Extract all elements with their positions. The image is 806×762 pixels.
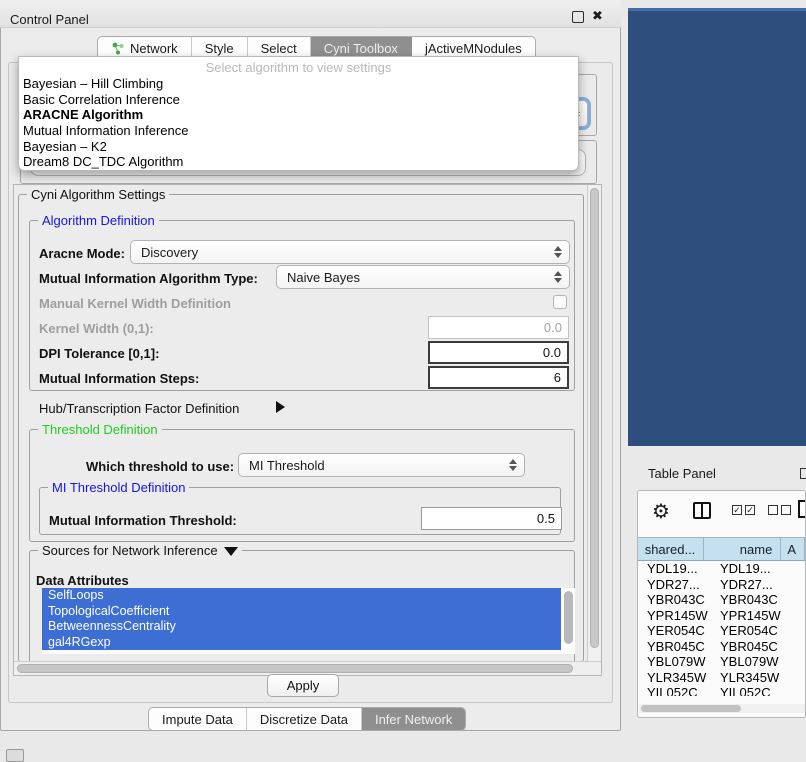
hub-definition-label: Hub/Transcription Factor Definition [39, 401, 239, 416]
split-columns-icon[interactable] [693, 502, 711, 519]
table-row[interactable]: YLR345WYLR345W9. [638, 670, 805, 686]
table-header-row: shared... name A [638, 537, 805, 561]
settings-horizontal-scrollbar[interactable] [14, 661, 602, 675]
column-header[interactable]: shared... [638, 538, 704, 560]
checked-checkbox-icon[interactable]: ✓ [732, 505, 742, 515]
table-row[interactable]: YDL19...YDL19...13 [638, 561, 805, 577]
mi-threshold-label: Mutual Information Threshold: [49, 513, 237, 528]
algorithm-option-selected[interactable]: ARACNE Algorithm [19, 107, 578, 123]
network-window-frame [628, 8, 806, 446]
new-table-icon[interactable] [798, 500, 806, 518]
tab-impute-data[interactable]: Impute Data [149, 708, 247, 730]
algorithm-dropdown-popup: Select algorithm to view settings Bayesi… [18, 56, 579, 171]
stepper-arrows-icon [509, 459, 517, 471]
collapse-arrow-icon[interactable] [224, 547, 238, 556]
mi-steps-field[interactable]: 6 [428, 366, 569, 389]
unchecked-checkbox-icon[interactable] [781, 505, 791, 515]
which-threshold-combobox[interactable]: MI Threshold [238, 453, 525, 477]
mi-threshold-field[interactable]: 0.5 [421, 507, 562, 530]
mi-steps-label: Mutual Information Steps: [39, 371, 199, 386]
stepper-arrows-icon [554, 246, 562, 258]
column-header[interactable]: name [704, 538, 781, 560]
table-row[interactable]: YBR043CYBR043C [638, 592, 805, 608]
settings-vertical-scrollbar[interactable] [587, 185, 601, 662]
algorithm-option[interactable]: Bayesian – Hill Climbing [19, 76, 578, 92]
algorithm-option[interactable]: Dream8 DC_TDC Algorithm [19, 154, 578, 170]
gear-icon[interactable]: ⚙ [652, 499, 670, 524]
list-item[interactable]: gal4RGexp [42, 635, 561, 651]
list-scrollbar[interactable] [564, 591, 573, 644]
node-table: shared... name A YDL19...YDL19...13 YDR2… [638, 537, 805, 696]
aracne-mode-combobox[interactable]: Discovery [130, 240, 570, 264]
table-panel-title: Table Panel [648, 466, 716, 481]
stepper-arrows-icon [554, 271, 562, 283]
table-toolbar: ⚙ ✓ ✓ [638, 491, 805, 535]
table-row[interactable]: YPR145WYPR145W9. [638, 608, 805, 624]
manual-kernel-width-checkbox[interactable] [553, 295, 567, 309]
table-row[interactable]: YBR045CYBR045C9. [638, 639, 805, 655]
column-header[interactable]: A [781, 538, 805, 560]
apply-button[interactable]: Apply [267, 674, 339, 697]
list-item[interactable]: SelfLoops [42, 588, 561, 604]
table-panel: ⚙ ✓ ✓ shared... name A YDL19...YDL19...1… [637, 490, 806, 718]
algorithm-option[interactable]: Mutual Information Inference [19, 123, 578, 139]
unchecked-checkbox-icon[interactable] [768, 505, 778, 515]
popup-prompt: Select algorithm to view settings [19, 60, 578, 76]
settings-scrollpane: Cyni Algorithm Settings Algorithm Defini… [13, 184, 602, 676]
kernel-width-field[interactable]: 0.0 [428, 316, 569, 339]
dpi-tolerance-field[interactable]: 0.0 [428, 341, 569, 364]
kernel-width-label: Kernel Width (0,1): [39, 321, 154, 336]
checked-checkbox-icon[interactable]: ✓ [745, 505, 755, 515]
aracne-mode-label: Aracne Mode: [39, 246, 125, 261]
which-threshold-label: Which threshold to use: [86, 459, 234, 474]
table-row[interactable]: YER054CYER054C8. [638, 623, 805, 639]
tab-discretize-data[interactable]: Discretize Data [247, 708, 362, 730]
data-attributes-label: Data Attributes [36, 573, 129, 588]
expand-arrow-icon[interactable] [276, 401, 285, 413]
table-row[interactable]: YBL079WYBL079W [638, 654, 805, 670]
network-icon [111, 42, 125, 55]
list-item[interactable]: TopologicalCoefficient [42, 604, 561, 620]
table-panel-float-icon[interactable] [800, 468, 806, 479]
table-horizontal-scrollbar[interactable] [639, 704, 806, 713]
mi-algorithm-type-label: Mutual Information Algorithm Type: [39, 271, 258, 286]
control-panel-titlebar [0, 0, 621, 28]
data-attributes-list[interactable]: SelfLoops TopologicalCoefficient Between… [42, 588, 575, 654]
float-window-icon[interactable] [572, 11, 584, 23]
table-row[interactable]: YDR27...YDR27...12 [638, 577, 805, 593]
manual-kernel-width-label: Manual Kernel Width Definition [39, 296, 231, 311]
control-panel-title: Control Panel [10, 12, 89, 27]
algorithm-option[interactable]: Bayesian – K2 [19, 139, 578, 155]
close-icon[interactable]: ✖ [592, 8, 603, 24]
mi-algorithm-type-combobox[interactable]: Naive Bayes [276, 265, 570, 289]
dpi-tolerance-label: DPI Tolerance [0,1]: [39, 346, 159, 361]
bottom-tabbar: Impute Data Discretize Data Infer Networ… [148, 707, 466, 731]
list-item[interactable]: BetweennessCentrality [42, 619, 561, 635]
table-row[interactable]: YIL052CYIL052C9 [638, 685, 805, 696]
docked-panel-icon[interactable] [6, 749, 24, 762]
algorithm-option[interactable]: Basic Correlation Inference [19, 92, 578, 108]
tab-infer-network[interactable]: Infer Network [362, 708, 465, 730]
